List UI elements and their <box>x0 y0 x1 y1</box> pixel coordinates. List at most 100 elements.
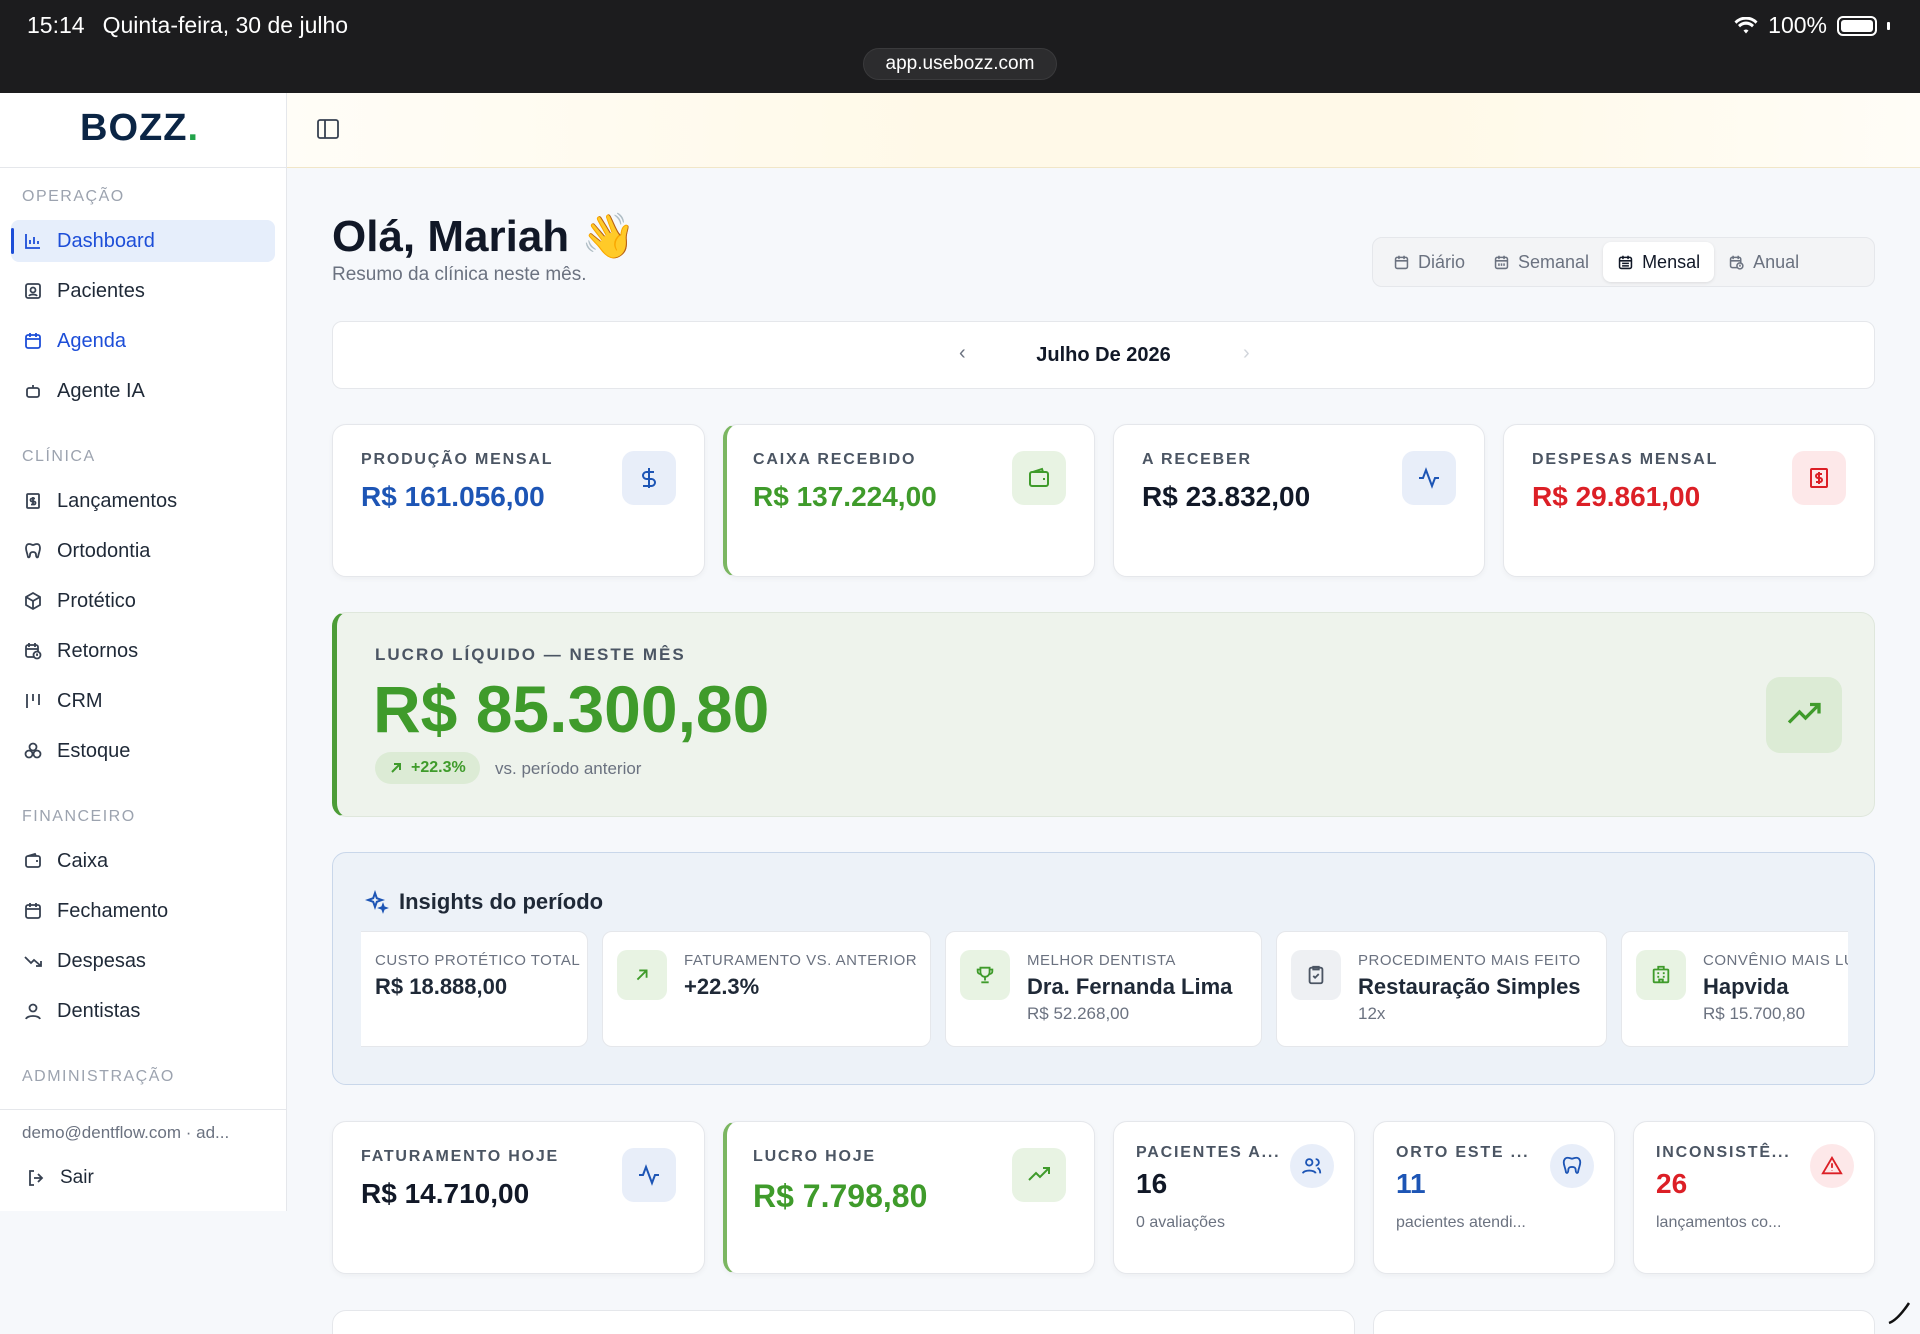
stat-card-lucro-hoje[interactable]: LUCRO HOJE R$ 7.798,80 <box>723 1121 1095 1274</box>
tab-mensal[interactable]: Mensal <box>1603 242 1715 282</box>
tab-semanal[interactable]: Semanal <box>1479 242 1603 282</box>
receipt-icon <box>1810 468 1828 488</box>
insight-value: +22.3% <box>684 974 760 999</box>
profit-value: R$ 85.300,80 <box>373 672 770 746</box>
trending-up-icon <box>1787 702 1821 724</box>
pen-cursor-icon <box>1888 1302 1911 1325</box>
profit-change-value: +22.3% <box>411 759 466 776</box>
logout-button[interactable]: Sair <box>26 1167 94 1189</box>
stat-card-despesas[interactable]: DESPESAS MENSAL R$ 29.861,00 <box>1503 424 1875 577</box>
trending-up-icon <box>1028 1167 1050 1181</box>
section-administracao: ADMINISTRAÇÃO <box>22 1068 175 1085</box>
mini-value: 16 <box>1136 1168 1168 1199</box>
sidebar-toggle-icon[interactable] <box>317 119 339 139</box>
insight-card[interactable]: CONVÊNIO MAIS LU Hapvida R$ 15.700,80 <box>1621 931 1848 1047</box>
stat-label: PRODUÇÃO MENSAL <box>361 451 554 468</box>
insight-card[interactable]: CUSTO PROTÉTICO TOTAL R$ 18.888,00 <box>361 931 588 1047</box>
stat-value: R$ 23.832,00 <box>1142 481 1311 512</box>
mini-value: 11 <box>1396 1168 1426 1199</box>
sidebar-item-agenda[interactable]: Agenda <box>11 320 275 362</box>
insight-sub: 12x <box>1358 1004 1386 1023</box>
insight-label: CONVÊNIO MAIS LU <box>1703 952 1848 969</box>
battery-icon <box>1837 15 1877 36</box>
insight-value: Dra. Fernanda Lima <box>1027 974 1233 999</box>
insight-card[interactable]: MELHOR DENTISTA Dra. Fernanda Lima R$ 52… <box>945 931 1262 1047</box>
activity-icon <box>1419 467 1439 489</box>
sidebar-item-dentistas[interactable]: Dentistas <box>11 990 275 1032</box>
tooth-icon <box>1562 1156 1582 1174</box>
stat-card-caixa[interactable]: CAIXA RECEBIDO R$ 137.224,00 <box>723 424 1095 577</box>
mini-card-inconsistencias[interactable]: INCONSISTÊ... 26 lançamentos co... <box>1633 1121 1875 1274</box>
stat-label: DESPESAS MENSAL <box>1532 451 1719 468</box>
sidebar-item-despesas[interactable]: Despesas <box>11 940 275 982</box>
sidebar-item-lancamentos[interactable]: Lançamentos <box>11 480 275 522</box>
stat-label: CAIXA RECEBIDO <box>753 451 917 468</box>
tab-label: Mensal <box>1642 251 1701 272</box>
insight-label: CUSTO PROTÉTICO TOTAL <box>375 952 581 969</box>
users-icon <box>1301 1158 1322 1174</box>
next-month-button[interactable]: › <box>1243 342 1250 365</box>
stat-card-producao[interactable]: PRODUÇÃO MENSAL R$ 161.056,00 <box>332 424 705 577</box>
sidebar-item-label: Protético <box>57 589 136 612</box>
sidebar-item-protetico[interactable]: Protético <box>11 580 275 622</box>
contact-card-icon <box>25 283 41 299</box>
stat-icon-wrap <box>622 451 676 505</box>
section-operacao: OPERAÇÃO <box>22 188 125 205</box>
insights-title-label: Insights do período <box>399 889 604 914</box>
stat-card-a-receber[interactable]: A RECEBER R$ 23.832,00 <box>1113 424 1485 577</box>
sparkles-icon <box>365 890 389 914</box>
mini-icon-wrap <box>1550 1144 1594 1188</box>
stat-icon-wrap <box>622 1148 676 1202</box>
sidebar-item-retornos[interactable]: Retornos <box>11 630 275 672</box>
insight-card[interactable]: FATURAMENTO VS. ANTERIOR +22.3% <box>602 931 931 1047</box>
sidebar-item-crm[interactable]: CRM <box>11 680 275 722</box>
sidebar-item-label: Dentistas <box>57 999 141 1022</box>
sidebar-item-dashboard[interactable]: Dashboard <box>11 220 275 262</box>
calendar-clock-icon <box>1729 255 1744 270</box>
mini-label: PACIENTES A... <box>1136 1144 1281 1161</box>
sidebar-item-agente-ia[interactable]: Agente IA <box>11 370 275 412</box>
insights-strip[interactable]: CUSTO PROTÉTICO TOTAL R$ 18.888,00 FATUR… <box>361 931 1848 1051</box>
divider <box>0 1109 287 1110</box>
sidebar-item-caixa[interactable]: Caixa <box>11 840 275 882</box>
insight-label: PROCEDIMENTO MAIS FEITO <box>1358 952 1581 969</box>
stat-value: R$ 7.798,80 <box>753 1178 928 1214</box>
mini-card-orto[interactable]: ORTO ESTE ... 11 pacientes atendi... <box>1373 1121 1615 1274</box>
insight-value: R$ 18.888,00 <box>375 974 508 999</box>
top-bar <box>287 93 1920 168</box>
logout-label: Sair <box>60 1167 94 1188</box>
sidebar-item-label: CRM <box>57 689 103 712</box>
stat-value: R$ 137.224,00 <box>753 481 937 512</box>
insight-card[interactable]: PROCEDIMENTO MAIS FEITO Restauração Simp… <box>1276 931 1607 1047</box>
url-bar[interactable]: app.usebozz.com <box>863 48 1057 80</box>
sidebar-item-pacientes[interactable]: Pacientes <box>11 270 275 312</box>
sidebar-item-label: Estoque <box>57 739 131 762</box>
kanban-icon <box>26 694 40 708</box>
sidebar-item-label: Despesas <box>57 949 146 972</box>
net-profit-card[interactable]: LUCRO LÍQUIDO — NESTE MÊS R$ 85.300,80 +… <box>332 612 1875 817</box>
wifi-icon <box>1734 16 1758 33</box>
sidebar-item-estoque[interactable]: Estoque <box>11 730 275 772</box>
mini-label: ORTO ESTE ... <box>1396 1144 1530 1161</box>
tab-label: Diário <box>1418 251 1466 272</box>
trending-down-icon <box>24 956 42 967</box>
tab-anual[interactable]: Anual <box>1714 242 1813 282</box>
sidebar-item-ortodontia[interactable]: Ortodontia <box>11 530 275 572</box>
mini-card-pacientes[interactable]: PACIENTES A... 16 0 avaliações <box>1113 1121 1355 1274</box>
sidebar-item-label: Agente IA <box>57 379 145 402</box>
stat-card-faturamento-hoje[interactable]: FATURAMENTO HOJE R$ 14.710,00 <box>332 1121 705 1274</box>
stat-icon-wrap <box>1792 451 1846 505</box>
insight-icon-wrap <box>1636 950 1686 1000</box>
section-financeiro: FINANCEIRO <box>22 808 136 825</box>
wallet-icon <box>1029 467 1049 487</box>
battery-percent: 100% <box>1768 12 1827 38</box>
brand-logo[interactable]: BOZZ. <box>80 107 199 150</box>
calendar-grid-icon <box>1494 255 1509 269</box>
tab-diario[interactable]: Diário <box>1379 242 1479 282</box>
sidebar-item-label: Pacientes <box>57 279 145 302</box>
insight-value: Restauração Simples <box>1358 974 1581 999</box>
status-bar: 15:14 Quinta-feira, 30 de julho 100% app… <box>0 0 1920 93</box>
sidebar-item-fechamento[interactable]: Fechamento <box>11 890 275 932</box>
insight-label: FATURAMENTO VS. ANTERIOR <box>684 952 918 969</box>
month-label: Julho De 2026 <box>1036 344 1171 366</box>
